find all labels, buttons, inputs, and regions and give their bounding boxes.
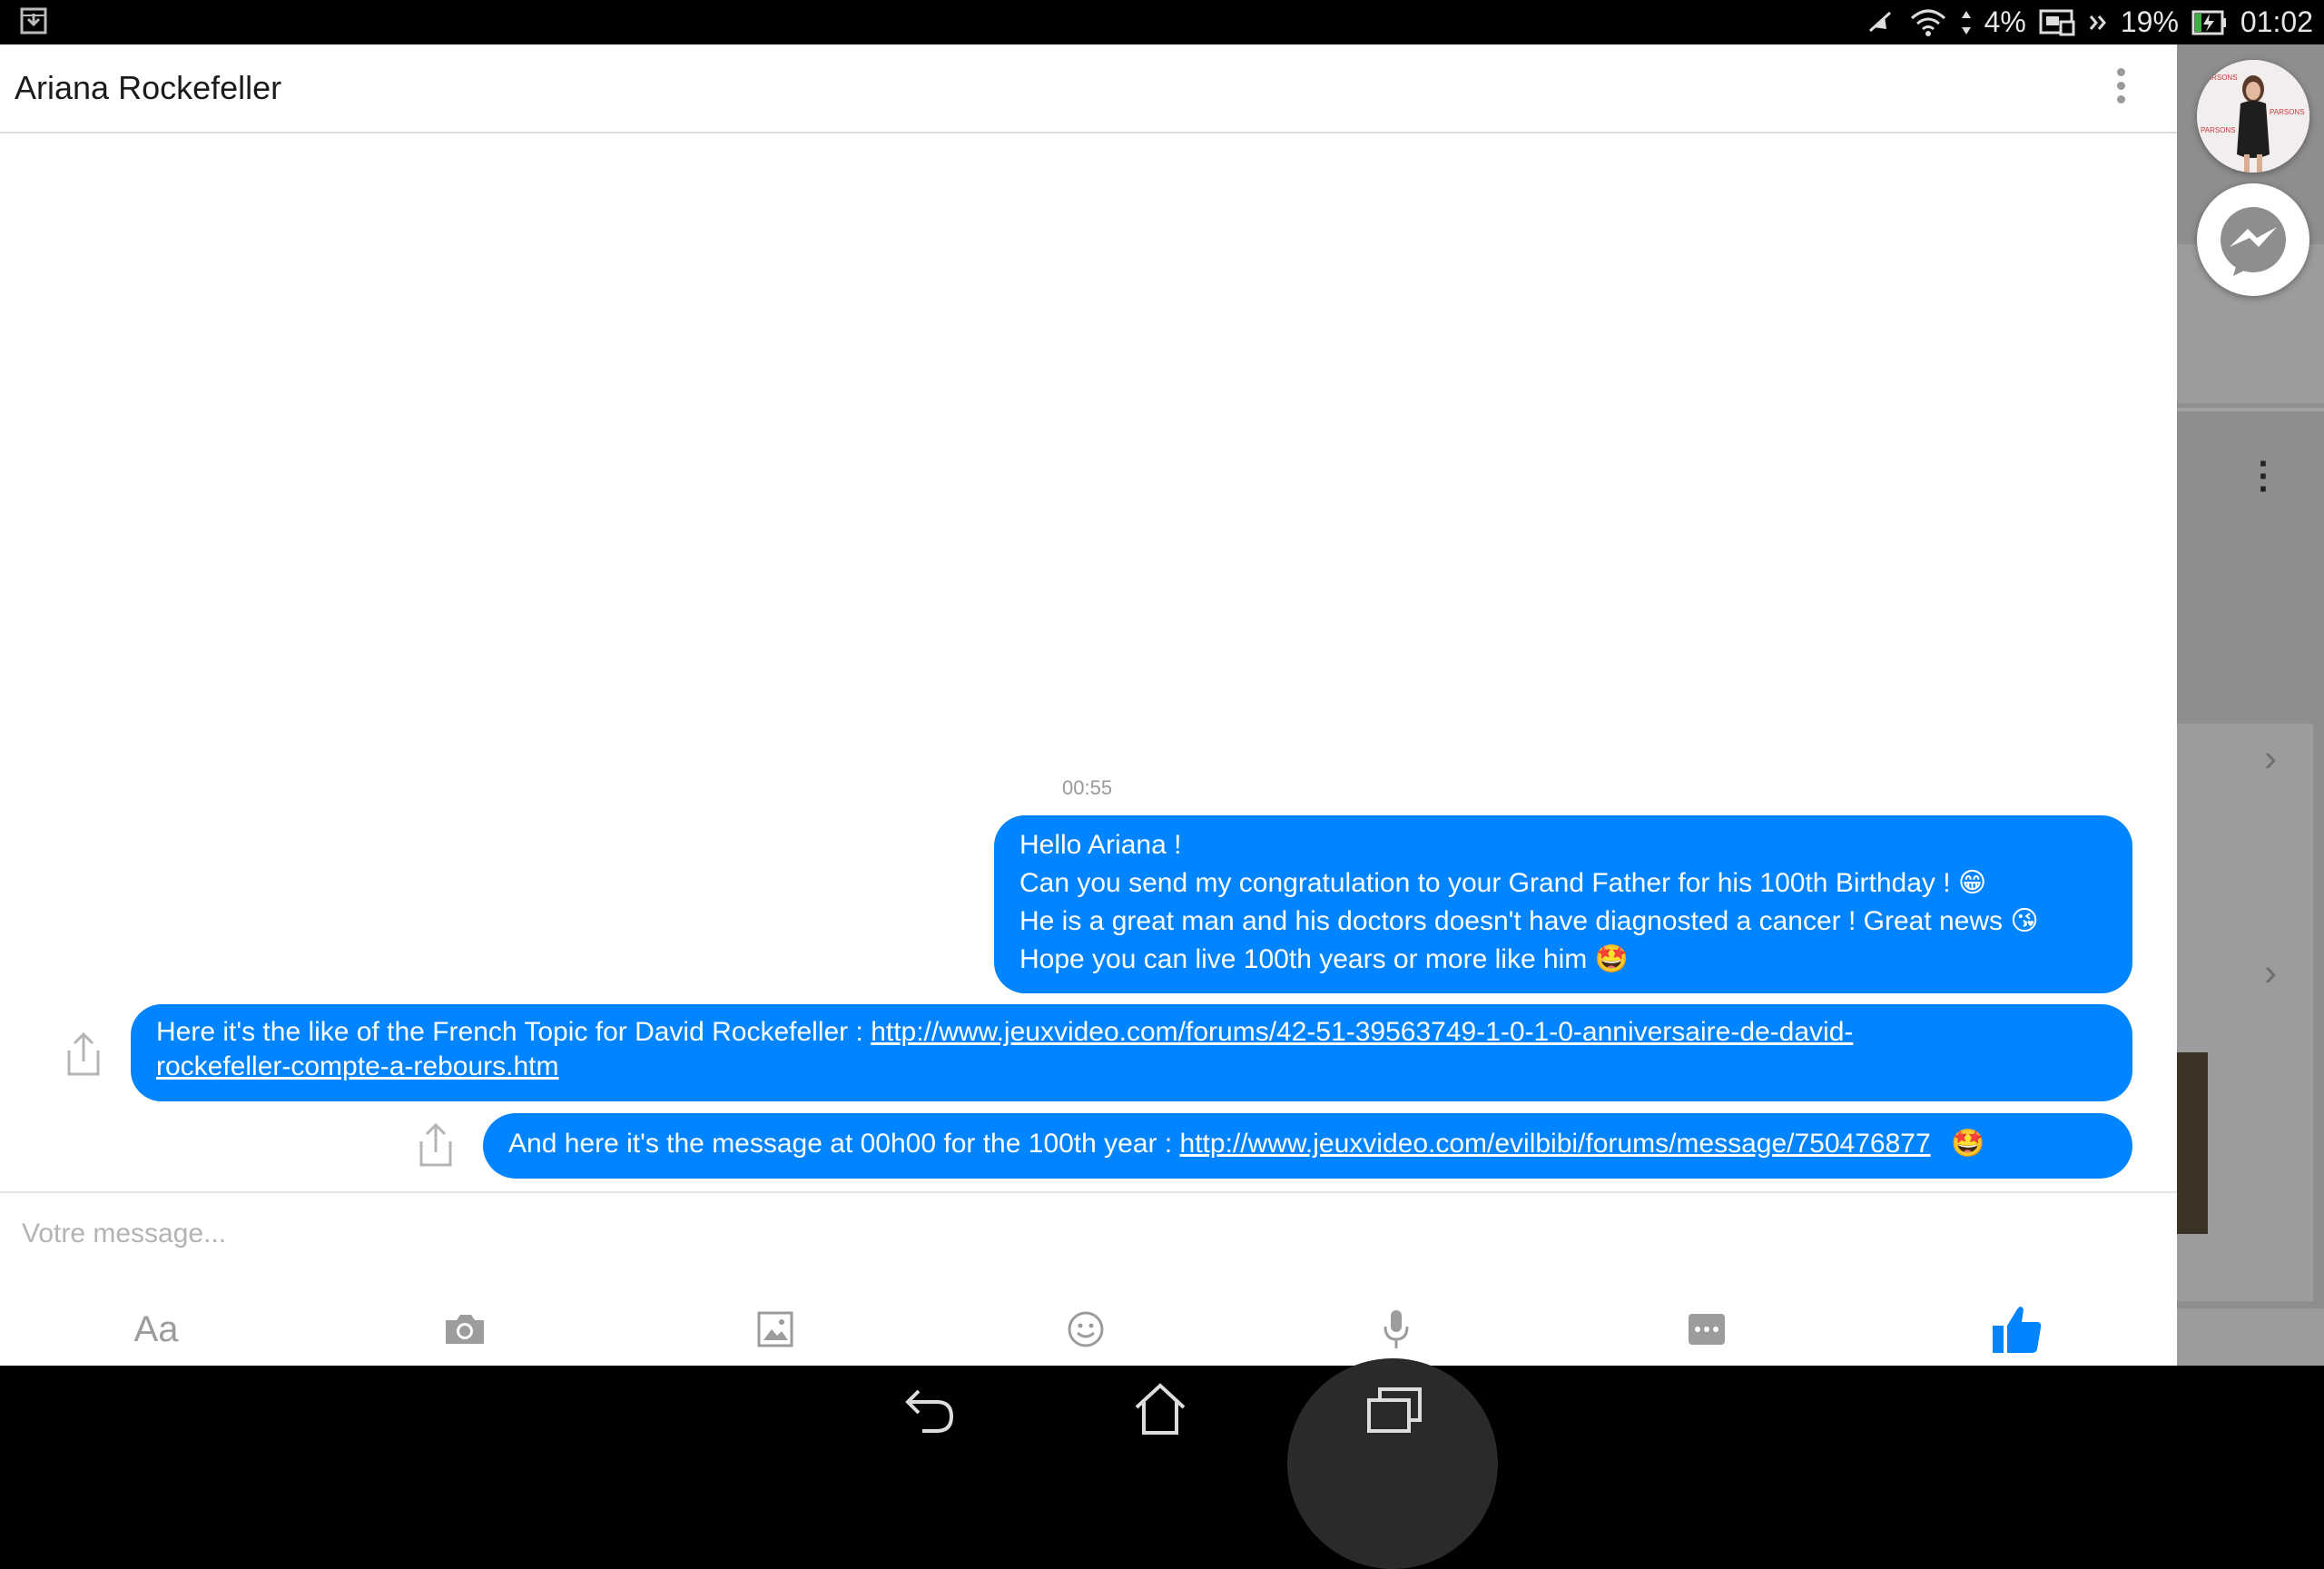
contact-chat-head-avatar[interactable]: PARSONS PARSONS PARSONS (2197, 60, 2309, 173)
like-button[interactable] (1981, 1293, 2053, 1366)
message-composer: Aa (0, 1191, 2177, 1367)
thumbs-up-icon (1993, 1307, 2042, 1353)
share-icon[interactable] (62, 1031, 105, 1082)
chat-window: Ariana Rockefeller 00:55 Hello Ariana ! … (0, 44, 2177, 1367)
background-card (2177, 408, 2324, 411)
background-more-icon: · · · (2258, 444, 2270, 509)
screenshot-icon (2039, 8, 2075, 37)
message-text: Here it's the like of the French Topic f… (156, 1017, 872, 1047)
more-horizontal-icon (1689, 1314, 1725, 1345)
share-icon[interactable] (414, 1121, 458, 1173)
download-notification-icon (20, 7, 47, 42)
image-icon (757, 1311, 793, 1347)
gallery-button[interactable] (739, 1293, 812, 1366)
battery-charging-icon (2191, 9, 2228, 36)
mute-icon (1865, 7, 1896, 38)
text-format-label: Aa (133, 1308, 179, 1349)
message-input[interactable] (20, 1206, 2021, 1262)
svg-text:PARSONS: PARSONS (2270, 108, 2305, 116)
message-line: Hope you can live 100th years or more li… (1019, 944, 1629, 974)
data-percent: 4% (1984, 5, 2026, 38)
emoji-button[interactable] (1049, 1293, 1122, 1366)
message-bubble[interactable]: Here it's the like of the French Topic f… (131, 1004, 2132, 1101)
wifi-icon (1908, 7, 1948, 38)
message-line: Hello Ariana ! (1019, 830, 1182, 860)
double-chevron-icon (2088, 13, 2108, 33)
smiley-icon (1068, 1311, 1104, 1347)
message-link[interactable]: http://www.jeuxvideo.com/forums/42-51-39… (871, 1017, 1853, 1047)
camera-button[interactable] (428, 1293, 501, 1366)
camera-icon (446, 1315, 484, 1344)
recent-apps-button[interactable] (1340, 1366, 1449, 1453)
home-button[interactable] (1106, 1366, 1215, 1453)
status-bar: 4% 19% 01:02 (0, 0, 2324, 44)
svg-text:PARSONS: PARSONS (2201, 126, 2236, 134)
background-thumbnail (2177, 1052, 2208, 1234)
message-text: And here it's the message at 00h00 for t… (508, 1129, 1180, 1159)
message-emoji: 🤩 (1950, 1129, 1985, 1159)
back-icon (905, 1389, 954, 1433)
messenger-chat-head[interactable] (2197, 183, 2309, 296)
message-link-continued[interactable]: rockefeller-compte-a-rebours.htm (156, 1051, 558, 1081)
message-line: He is a great man and his doctors doesn'… (1019, 906, 2039, 936)
message-line: Can you send my congratulation to your G… (1019, 868, 1987, 898)
message-timestamp: 00:55 (1062, 776, 1113, 799)
background-chevron-icon: › (2264, 951, 2277, 993)
microphone-icon (1384, 1310, 1409, 1348)
back-button[interactable] (875, 1366, 984, 1453)
more-options-icon[interactable] (2112, 68, 2130, 108)
home-icon (1135, 1383, 1186, 1435)
text-format-button[interactable]: Aa (120, 1293, 192, 1366)
message-bubble[interactable]: Hello Ariana ! Can you send my congratul… (994, 815, 2132, 993)
more-actions-button[interactable] (1670, 1293, 1743, 1366)
voice-button[interactable] (1360, 1293, 1433, 1366)
message-link[interactable]: http://www.jeuxvideo.com/evilbibi/forums… (1180, 1129, 1931, 1159)
data-arrows-icon (1961, 9, 1972, 36)
clock: 01:02 (2240, 5, 2313, 38)
contact-name[interactable]: Ariana Rockefeller (15, 69, 281, 107)
chat-header: Ariana Rockefeller (0, 44, 2177, 133)
background-card (2177, 724, 2313, 960)
message-bubble[interactable]: And here it's the message at 00h00 for t… (483, 1113, 2132, 1179)
recent-apps-icon (1367, 1387, 1422, 1433)
background-chevron-icon: › (2264, 736, 2277, 779)
battery-percent: 19% (2120, 5, 2179, 38)
background-card (2177, 1308, 2324, 1372)
